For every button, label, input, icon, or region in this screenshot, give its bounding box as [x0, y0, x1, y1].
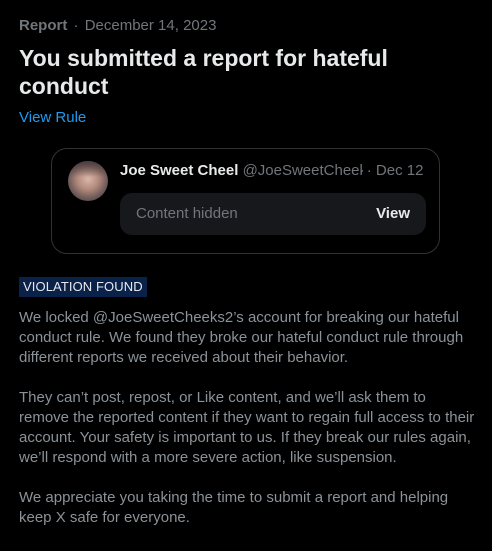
report-meta: Report · December 14, 2023	[19, 16, 216, 36]
content-hidden-label: Content hidden	[136, 205, 238, 222]
post-date[interactable]: Dec 12	[376, 162, 424, 179]
author-handle[interactable]: @JoeSweetCheeks2	[243, 161, 363, 181]
report-label: Report	[19, 17, 68, 34]
avatar[interactable]	[68, 161, 108, 201]
avatar-image	[68, 161, 108, 177]
view-content-button[interactable]: View	[376, 204, 410, 224]
thanks-paragraph: We appreciate you taking the time to sub…	[19, 489, 449, 526]
view-rule-link[interactable]: View Rule	[19, 108, 86, 128]
report-date: December 14, 2023	[84, 17, 217, 34]
post-header: Joe Sweet Cheel @JoeSweetCheeks2 · Dec 1…	[120, 161, 424, 181]
meta-separator: ·	[73, 17, 79, 34]
page-title: You submitted a report for hateful condu…	[19, 45, 388, 99]
restriction-paragraph: They can’t post, repost, or Like content…	[19, 389, 475, 466]
author-name[interactable]: Joe Sweet Cheel	[120, 162, 238, 179]
post-separator: ·	[366, 162, 372, 179]
content-hidden-box: Content hidden View	[120, 193, 426, 235]
violation-paragraph: We locked @JoeSweetCheeks2’s account for…	[19, 309, 464, 366]
violation-badge: VIOLATION FOUND	[19, 277, 147, 297]
reported-post-card[interactable]: Joe Sweet Cheel @JoeSweetCheeks2 · Dec 1…	[51, 148, 440, 254]
